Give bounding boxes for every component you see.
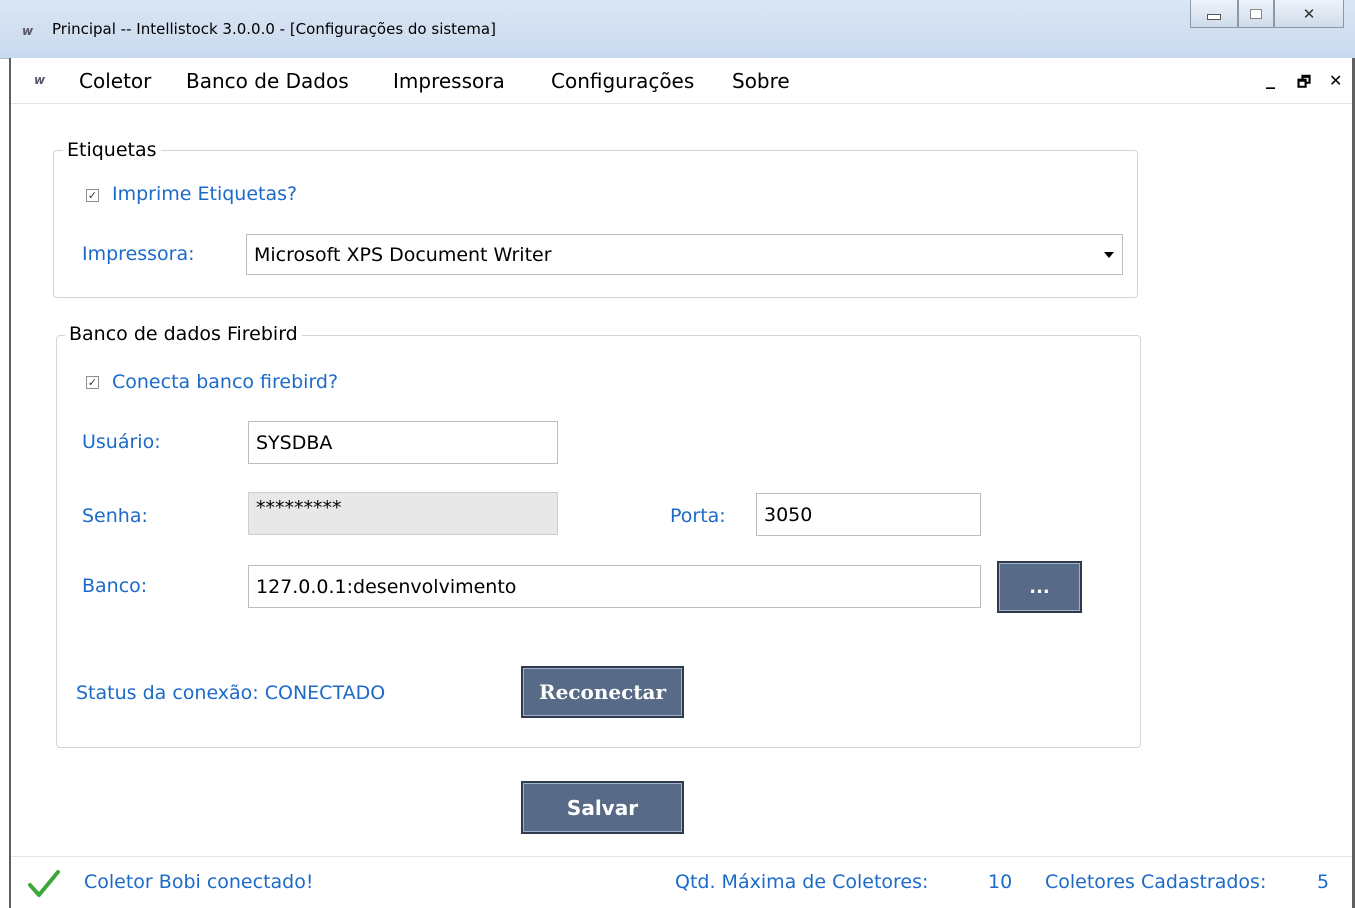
save-button-label: Salvar <box>566 795 639 820</box>
conecta-firebird-label[interactable]: Conecta banco firebird? <box>112 371 338 393</box>
check-success-icon <box>28 870 60 897</box>
password-field[interactable]: ********* <box>248 492 558 535</box>
menu-item-banco-de-dados[interactable]: Banco de Dados <box>186 69 349 93</box>
reconnect-button-label: Reconectar <box>538 680 667 704</box>
mdi-restore-icon[interactable]: 🗗 <box>1297 72 1311 97</box>
dropdown-arrow-icon[interactable] <box>1104 252 1114 258</box>
mdi-minimize-icon[interactable]: _ <box>1266 69 1275 90</box>
window-title: Principal -- Intellistock 3.0.0.0 - [Con… <box>52 20 496 38</box>
user-label: Usuário: <box>82 431 161 453</box>
maximize-icon <box>1250 8 1262 19</box>
registered-collectors-label: Coletores Cadastrados: <box>1045 871 1267 893</box>
printer-select[interactable]: Microsoft XPS Document Writer <box>246 234 1123 275</box>
conecta-firebird-checkbox[interactable]: ✓ <box>86 376 99 389</box>
max-collectors-value: 10 <box>988 871 1013 893</box>
maximize-button[interactable] <box>1238 0 1274 28</box>
database-label: Banco: <box>82 575 148 597</box>
reconnect-button[interactable]: Reconectar <box>521 666 684 718</box>
title-bar[interactable]: w Principal -- Intellistock 3.0.0.0 - [C… <box>0 0 1355 59</box>
menu-logo-icon: w <box>34 73 46 87</box>
save-button[interactable]: Salvar <box>521 781 684 834</box>
printer-select-value: Microsoft XPS Document Writer <box>254 243 552 266</box>
checkmark-icon: ✓ <box>87 189 98 202</box>
connection-status-text: Status da conexão: CONECTADO <box>76 682 386 704</box>
app-logo-icon: w <box>22 24 34 38</box>
port-label: Porta: <box>670 505 726 527</box>
menu-item-sobre[interactable]: Sobre <box>732 69 790 93</box>
database-field-value: 127.0.0.1:desenvolvimento <box>256 575 517 598</box>
menu-item-configuracoes[interactable]: Configurações <box>551 69 694 93</box>
browse-database-button[interactable]: ... <box>997 561 1082 613</box>
menu-item-coletor[interactable]: Coletor <box>79 69 151 93</box>
registered-collectors-value: 5 <box>1317 871 1330 893</box>
minimize-icon <box>1207 13 1221 20</box>
browse-button-label: ... <box>1029 576 1050 598</box>
printer-label: Impressora: <box>82 243 195 265</box>
menu-item-impressora[interactable]: Impressora <box>393 69 505 93</box>
database-field[interactable]: 127.0.0.1:desenvolvimento <box>248 565 981 608</box>
app-window: w Principal -- Intellistock 3.0.0.0 - [C… <box>0 0 1355 908</box>
mdi-close-icon[interactable]: ✕ <box>1329 71 1342 90</box>
port-field-value: 3050 <box>764 503 813 526</box>
port-field[interactable]: 3050 <box>756 493 981 536</box>
password-label: Senha: <box>82 505 148 527</box>
max-collectors-label: Qtd. Máxima de Coletores: <box>675 871 929 893</box>
imprime-etiquetas-label[interactable]: Imprime Etiquetas? <box>112 183 297 205</box>
user-field[interactable]: SYSDBA <box>248 421 558 464</box>
menu-bar: w Coletor Banco de Dados Impressora Conf… <box>10 58 1355 104</box>
minimize-button[interactable] <box>1190 0 1238 28</box>
checkmark-icon: ✓ <box>87 376 98 389</box>
etiquetas-group-title: Etiquetas <box>63 139 161 161</box>
collector-status-text: Coletor Bobi conectado! <box>84 871 314 893</box>
etiquetas-group <box>53 150 1138 298</box>
imprime-etiquetas-checkbox[interactable]: ✓ <box>86 189 99 202</box>
user-field-value: SYSDBA <box>256 431 333 454</box>
frame-border-left <box>9 58 11 908</box>
firebird-group-title: Banco de dados Firebird <box>65 323 302 345</box>
password-field-value: ********* <box>256 497 342 519</box>
status-bar: Coletor Bobi conectado! Qtd. Máxima de C… <box>11 856 1352 906</box>
close-button[interactable]: ✕ <box>1274 0 1344 28</box>
close-icon: ✕ <box>1302 4 1316 23</box>
